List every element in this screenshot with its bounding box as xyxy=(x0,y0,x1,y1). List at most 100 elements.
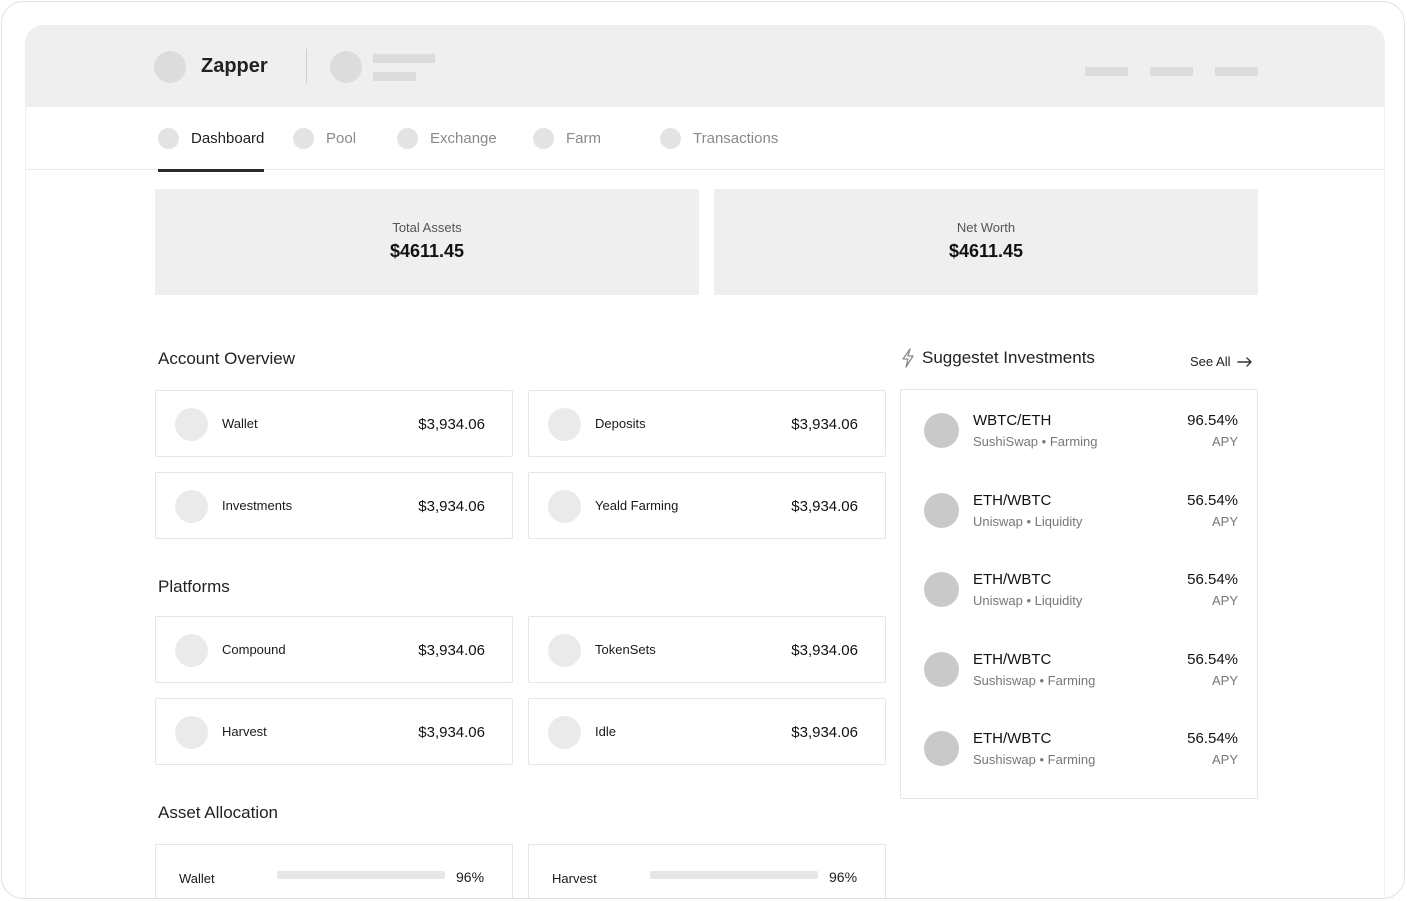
investment-subtitle: Uniswap • Liquidity xyxy=(973,593,1083,608)
tab-exchange[interactable]: Exchange xyxy=(397,107,497,170)
top-header: Zapper xyxy=(26,25,1384,107)
header-menu-item-1[interactable] xyxy=(1085,67,1128,76)
investments-icon xyxy=(175,490,208,523)
investment-apy-label: APY xyxy=(1211,752,1238,767)
header-menu-item-2[interactable] xyxy=(1150,67,1193,76)
account-card-investments[interactable]: Investments $3,934.06 xyxy=(155,472,513,539)
suggested-investments-panel: WBTC/ETH SushiSwap • Farming 96.54% APY … xyxy=(900,389,1258,799)
account-card-yield-farming[interactable]: Yeald Farming $3,934.06 xyxy=(528,472,886,539)
tab-label: Dashboard xyxy=(191,130,265,147)
tab-label: Transactions xyxy=(693,130,779,147)
tab-farm[interactable]: Farm xyxy=(533,107,601,170)
investment-apy-value: 56.54% xyxy=(1187,571,1238,588)
investment-pair: ETH/WBTC xyxy=(973,571,1052,588)
platform-card-harvest[interactable]: Harvest $3,934.06 xyxy=(155,698,513,765)
avatar[interactable] xyxy=(330,51,362,83)
summary-label: Total Assets xyxy=(392,220,462,235)
account-card-deposits[interactable]: Deposits $3,934.06 xyxy=(528,390,886,457)
wallet-icon xyxy=(175,408,208,441)
allocation-percent: 96% xyxy=(456,869,485,885)
card-value: $3,934.06 xyxy=(418,416,485,433)
token-pair-icon xyxy=(924,572,959,607)
harvest-icon xyxy=(175,716,208,749)
summary-value: $4611.45 xyxy=(948,241,1024,261)
card-label: Deposits xyxy=(595,416,646,431)
card-value: $3,934.06 xyxy=(418,498,485,515)
brand-name[interactable]: Zapper xyxy=(201,55,268,78)
header-menu-item-3[interactable] xyxy=(1215,67,1258,76)
tab-transactions[interactable]: Transactions xyxy=(660,107,778,170)
see-all-label: See All xyxy=(1190,354,1231,369)
investment-item[interactable]: ETH/WBTC Sushiswap • Farming 56.54% APY xyxy=(901,629,1257,699)
section-title-platforms: Platforms xyxy=(158,577,230,596)
investment-apy-label: APY xyxy=(1211,434,1238,449)
investment-item[interactable]: ETH/WBTC Sushiswap • Farming 56.54% APY xyxy=(901,708,1257,778)
allocation-label: Harvest xyxy=(552,871,597,886)
investment-item[interactable]: ETH/WBTC Uniswap • Liquidity 56.54% APY xyxy=(901,470,1257,540)
card-value: $3,934.06 xyxy=(791,724,858,741)
section-title-asset-allocation: Asset Allocation xyxy=(158,803,279,822)
card-label: Compound xyxy=(222,642,286,657)
header-divider xyxy=(306,49,307,83)
investment-apy-value: 96.54% xyxy=(1187,412,1238,429)
tokensets-icon xyxy=(548,634,581,667)
net-worth-card: Net Worth $4611.45 xyxy=(714,189,1258,295)
investment-apy-label: APY xyxy=(1211,593,1238,608)
deposits-icon xyxy=(548,408,581,441)
account-card-wallet[interactable]: Wallet $3,934.06 xyxy=(155,390,513,457)
investment-subtitle: Sushiswap • Farming xyxy=(973,673,1096,688)
investment-pair: ETH/WBTC xyxy=(973,492,1052,509)
tab-label: Pool xyxy=(326,130,357,147)
investment-subtitle: SushiSwap • Farming xyxy=(973,434,1098,449)
platform-card-tokensets[interactable]: TokenSets $3,934.06 xyxy=(528,616,886,683)
idle-icon xyxy=(548,716,581,749)
transactions-icon xyxy=(660,128,681,149)
token-pair-icon xyxy=(924,413,959,448)
allocation-label: Wallet xyxy=(179,871,215,886)
account-name-placeholder xyxy=(373,54,435,63)
allocation-percent: 96% xyxy=(829,869,858,885)
investment-subtitle: Uniswap • Liquidity xyxy=(973,514,1083,529)
platform-card-idle[interactable]: Idle $3,934.06 xyxy=(528,698,886,765)
total-assets-card: Total Assets $4611.45 xyxy=(155,189,699,295)
investment-item[interactable]: ETH/WBTC Uniswap • Liquidity 56.54% APY xyxy=(901,549,1257,619)
tab-pool[interactable]: Pool xyxy=(293,107,356,170)
investment-pair: ETH/WBTC xyxy=(973,651,1052,668)
card-label: Idle xyxy=(595,724,616,739)
investment-apy-value: 56.54% xyxy=(1187,730,1238,747)
allocation-bar xyxy=(650,871,818,879)
card-label: Yeald Farming xyxy=(595,498,679,513)
card-label: TokenSets xyxy=(595,642,656,657)
app-window: Zapper Dashboard Pool Exchange Farm Tran… xyxy=(25,25,1385,898)
allocation-card-wallet: Wallet 96% xyxy=(155,844,513,898)
investment-apy-label: APY xyxy=(1211,673,1238,688)
tab-dashboard[interactable]: Dashboard xyxy=(158,107,265,172)
investment-item[interactable]: WBTC/ETH SushiSwap • Farming 96.54% APY xyxy=(901,390,1257,460)
platform-card-compound[interactable]: Compound $3,934.06 xyxy=(155,616,513,683)
nav-tabs: Dashboard Pool Exchange Farm Transaction… xyxy=(26,107,1384,172)
see-all-link[interactable]: See All xyxy=(1190,354,1253,369)
card-value: $3,934.06 xyxy=(418,642,485,659)
investment-pair: WBTC/ETH xyxy=(973,412,1052,429)
card-label: Wallet xyxy=(222,416,258,431)
farm-icon xyxy=(533,128,554,149)
logo-icon[interactable] xyxy=(154,51,186,83)
investment-apy-value: 56.54% xyxy=(1187,651,1238,668)
investment-pair: ETH/WBTC xyxy=(973,730,1052,747)
token-pair-icon xyxy=(924,652,959,687)
investment-apy-label: APY xyxy=(1211,514,1238,529)
pool-icon xyxy=(293,128,314,149)
tab-label: Farm xyxy=(566,130,601,147)
dashboard-icon xyxy=(158,128,179,149)
suggested-investments-header: Suggestet Investments See All xyxy=(900,347,1260,373)
token-pair-icon xyxy=(924,493,959,528)
card-value: $3,934.06 xyxy=(791,642,858,659)
card-label: Investments xyxy=(222,498,293,513)
compound-icon xyxy=(175,634,208,667)
tab-label: Exchange xyxy=(430,130,497,147)
allocation-card-harvest: Harvest 96% xyxy=(528,844,886,898)
card-value: $3,934.06 xyxy=(791,416,858,433)
arrow-right-icon xyxy=(1237,356,1253,367)
card-label: Harvest xyxy=(222,724,267,739)
card-value: $3,934.06 xyxy=(418,724,485,741)
